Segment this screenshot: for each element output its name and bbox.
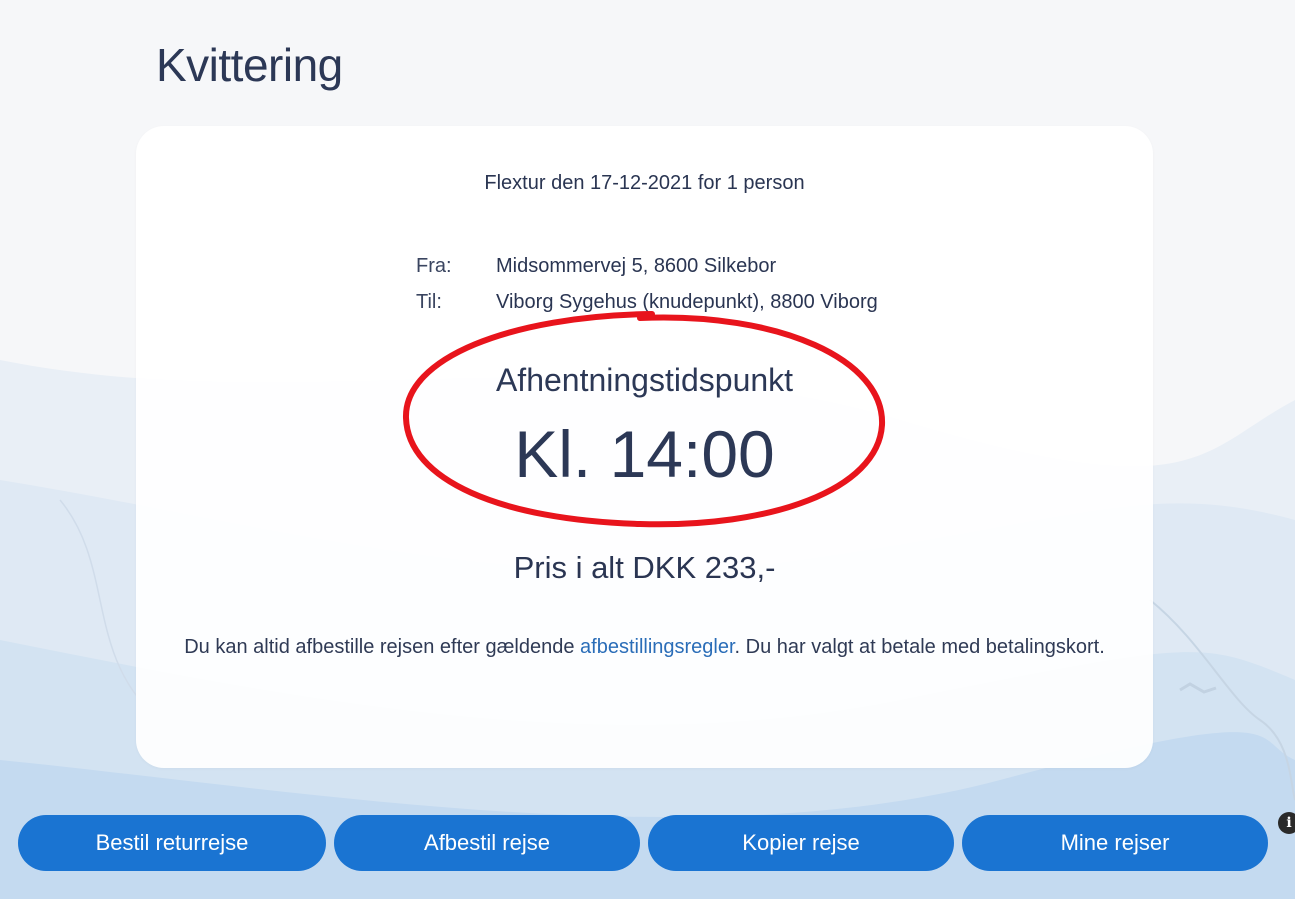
- to-label: Til:: [416, 291, 442, 313]
- info-icon[interactable]: i: [1278, 812, 1295, 834]
- from-row: Fra: Midsommervej 5, 8600 Silkebor: [416, 248, 878, 284]
- trip-summary: Flextur den 17-12-2021 for 1 person: [484, 172, 805, 194]
- to-row: Til: Viborg Sygehus (knudepunkt), 8800 V…: [416, 284, 878, 320]
- from-label: Fra:: [416, 255, 452, 277]
- page-title: Kvittering: [156, 39, 343, 91]
- pickup-time: Kl. 14:00: [514, 417, 775, 491]
- info-text-after: . Du har valgt at betale med betalingsko…: [734, 636, 1105, 658]
- cancellation-rules-link[interactable]: afbestillingsregler: [580, 636, 735, 658]
- address-table: Fra: Midsommervej 5, 8600 Silkebor Til: …: [416, 248, 878, 320]
- cancellation-info: Du kan altid afbestille rejsen efter gæl…: [176, 630, 1113, 664]
- pickup-label: Afhentningstidspunkt: [495, 362, 794, 398]
- info-text-before: Du kan altid afbestille rejsen efter gæl…: [184, 636, 581, 658]
- receipt-card: Flextur den 17-12-2021 for 1 person Fra:…: [136, 126, 1153, 768]
- from-address: Midsommervej 5, 8600 Silkebor: [496, 255, 777, 277]
- total-price: Pris i alt DKK 233,-: [513, 550, 776, 585]
- return-trip-button[interactable]: Bestil returrejse: [18, 815, 326, 871]
- to-address: Viborg Sygehus (knudepunkt), 8800 Viborg: [496, 291, 878, 313]
- copy-trip-button[interactable]: Kopier rejse: [648, 815, 954, 871]
- cancel-trip-button[interactable]: Afbestil rejse: [334, 815, 640, 871]
- my-trips-button[interactable]: Mine rejser: [962, 815, 1268, 871]
